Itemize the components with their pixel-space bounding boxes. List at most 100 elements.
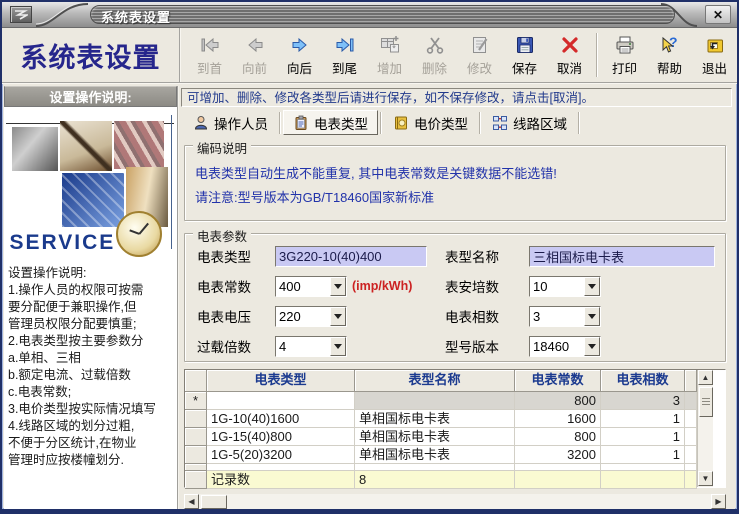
selector-header — [185, 369, 207, 392]
service-text: SERVICE — [9, 231, 116, 254]
phases-label: 电表相数 — [445, 310, 499, 326]
overload-select[interactable]: 4 — [275, 335, 347, 357]
meter-constant-select[interactable]: 400 — [275, 275, 347, 297]
voltage-label: 电表电压 — [197, 310, 251, 326]
chevron-down-icon[interactable] — [584, 276, 600, 296]
tab-separator — [578, 111, 580, 134]
row-selector[interactable] — [185, 427, 207, 446]
scroll-up-icon[interactable]: ▲ — [698, 369, 713, 385]
save-button[interactable]: 保存 — [502, 30, 547, 80]
vertical-scroll-thumb[interactable] — [698, 386, 713, 417]
model-name-label: 表型名称 — [445, 250, 499, 266]
row-selector[interactable] — [185, 445, 207, 464]
grid-cell-stub — [685, 409, 697, 428]
meter-constant-label: 电表常数 — [197, 280, 251, 296]
close-button[interactable]: ✕ — [705, 5, 731, 24]
grid-cell[interactable]: 单相国标电卡表 — [355, 445, 515, 464]
chevron-down-icon[interactable] — [330, 306, 346, 326]
row-selector[interactable] — [185, 409, 207, 428]
grid-cell — [515, 470, 601, 489]
column-header[interactable]: 电表相数 — [601, 369, 685, 392]
row-selector-new[interactable]: * — [185, 391, 207, 410]
chevron-down-icon[interactable] — [584, 306, 600, 326]
sidebar-header: 设置操作说明: — [4, 86, 177, 107]
grid-cell[interactable]: 1G-10(40)1600 — [207, 409, 355, 428]
tab-price-types[interactable]: 电价类型 — [384, 110, 477, 135]
toolbar: 系统表设置 到首 向前 向后 到尾 * 增加 删除 修改 保存 取消 打印 ? … — [2, 28, 737, 84]
grid-cell[interactable]: 800 — [515, 427, 601, 446]
grid-cell[interactable]: 1 — [601, 445, 685, 464]
app-logo-icon — [10, 6, 32, 23]
setup-instructions-text: 设置操作说明: 1.操作人员的权限可按需 要分配便于兼职操作,但 管理员权限分配… — [8, 266, 156, 467]
system-table-settings-window: 系统表设置 ✕ 系统表设置 到首 向前 向后 到尾 * 增加 删除 修改 保存 … — [0, 0, 739, 514]
scroll-left-icon[interactable]: ◀ — [184, 493, 199, 509]
tab-meter-types[interactable]: 电表类型 — [283, 110, 378, 136]
toolbar-separator — [596, 33, 598, 77]
row-selector — [185, 463, 207, 471]
delete-record-button[interactable]: 删除 — [412, 30, 457, 80]
horizontal-scroll-thumb[interactable] — [201, 494, 227, 509]
scroll-down-icon[interactable]: ▼ — [698, 470, 713, 486]
meter-types-table: 电表类型 表型名称 电表常数 电表相数 * 800 3 1G-10(40)160… — [184, 368, 726, 489]
help-button[interactable]: ? 帮助 — [647, 30, 692, 80]
titlebar-swoosh-left — [35, 2, 89, 27]
grid-cell[interactable]: 1 — [601, 427, 685, 446]
hint-bar: 可增加、删除、修改各类型后请进行保存，如不保存修改，请点击[取消]。 — [181, 88, 732, 108]
titlebar: 系统表设置 ✕ — [2, 2, 737, 28]
grid-horizontal-scrollbar[interactable]: ◀ ▶ — [184, 493, 726, 509]
first-record-button[interactable]: 到首 — [187, 30, 232, 80]
model-name-field[interactable] — [529, 245, 715, 267]
amperage-select[interactable]: 10 — [529, 275, 601, 297]
grid-cell — [601, 470, 685, 489]
grid-cell[interactable] — [355, 391, 515, 410]
tab-line-regions[interactable]: 线路区域 — [483, 110, 576, 135]
modify-record-button[interactable]: 修改 — [457, 30, 502, 80]
column-header[interactable]: 电表常数 — [515, 369, 601, 392]
column-header[interactable]: 电表类型 — [207, 369, 355, 392]
grid-cell[interactable]: 1G-15(40)800 — [207, 427, 355, 446]
cancel-button[interactable]: 取消 — [547, 30, 592, 80]
region-diagram-icon — [492, 115, 508, 131]
grid-cell[interactable]: 800 — [515, 391, 601, 410]
grid-cell[interactable]: 3200 — [515, 445, 601, 464]
scroll-right-icon[interactable]: ▶ — [711, 493, 726, 509]
next-record-button[interactable]: 向后 — [277, 30, 322, 80]
grid-cell[interactable]: 3 — [601, 391, 685, 410]
grid-cell[interactable]: 单相国标电卡表 — [355, 409, 515, 428]
tab-separator — [279, 111, 281, 134]
print-button[interactable]: 打印 — [602, 30, 647, 80]
grid-cell — [515, 463, 601, 471]
collage-photo-watch — [115, 211, 162, 257]
help-cursor-icon: ? — [659, 34, 681, 56]
grid-vertical-scrollbar[interactable]: ▲ ▼ — [697, 369, 713, 487]
window-title: 系统表设置 — [101, 10, 172, 25]
chevron-down-icon[interactable] — [584, 336, 600, 356]
encoding-notes-group: 编码说明 电表类型自动生成不能重复, 其中电表常数是关键数据不能选错! 请注意:… — [184, 138, 726, 221]
grid-cell[interactable]: 1 — [601, 409, 685, 428]
grid-cell[interactable]: 1600 — [515, 409, 601, 428]
grid-cell-edit[interactable] — [207, 391, 355, 410]
last-record-button[interactable]: 到尾 — [322, 30, 367, 80]
grid-cell[interactable]: 单相国标电卡表 — [355, 427, 515, 446]
version-select[interactable]: 18460 — [529, 335, 601, 357]
grid-cell — [601, 463, 685, 471]
previous-record-button[interactable]: 向前 — [232, 30, 277, 80]
tab-operators[interactable]: 操作人员 — [184, 110, 277, 135]
table-body: 电表类型 表型名称 电表常数 电表相数 * 800 3 1G-10(40)160… — [185, 369, 697, 489]
grid-cell — [207, 463, 355, 471]
phases-select[interactable]: 3 — [529, 305, 601, 327]
add-record-button[interactable]: * 增加 — [367, 30, 412, 80]
grid-cell[interactable]: 1G-5(20)3200 — [207, 445, 355, 464]
collage-photo-keyboard — [61, 173, 124, 227]
tab-bar: 操作人员 电表类型 电价类型 线路区域 — [181, 107, 732, 136]
tab-separator — [380, 111, 382, 134]
meter-type-field[interactable] — [275, 245, 427, 267]
chevron-down-icon[interactable] — [330, 336, 346, 356]
grid-cell-stub — [685, 445, 697, 464]
params-group-title: 电表参数 — [193, 225, 252, 245]
voltage-select[interactable]: 220 — [275, 305, 347, 327]
column-header[interactable]: 表型名称 — [355, 369, 515, 392]
exit-button[interactable]: 退出 — [692, 30, 737, 80]
chevron-down-icon[interactable] — [330, 276, 346, 296]
next-record-icon — [289, 34, 311, 56]
